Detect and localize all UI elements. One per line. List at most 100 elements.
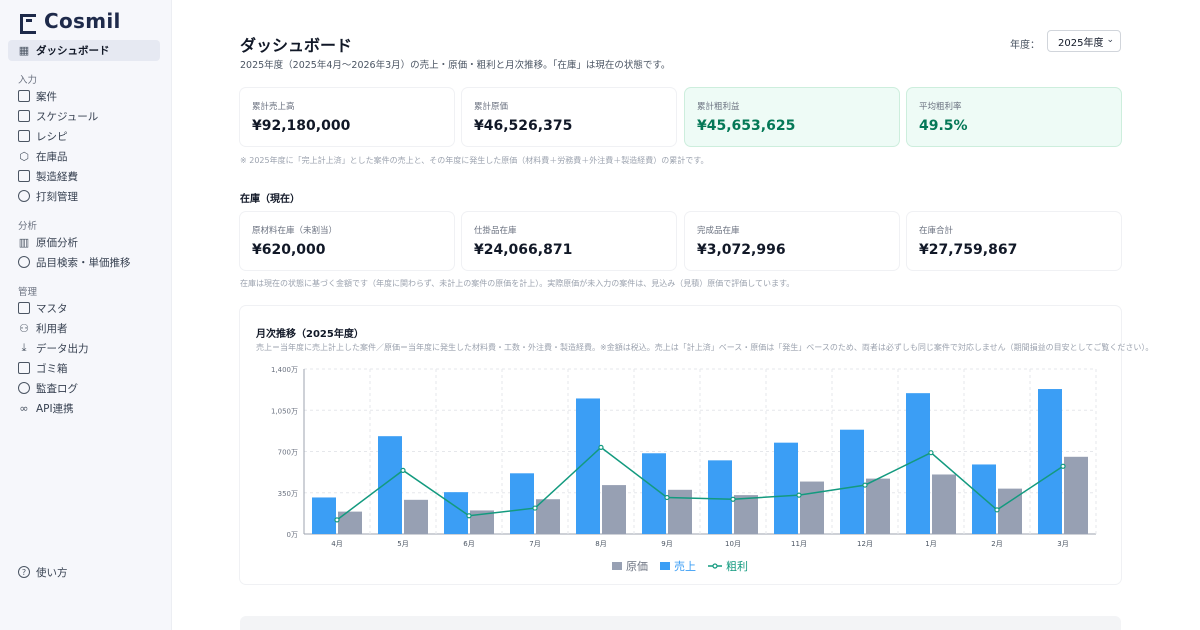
sidebar-item-label: レシピ <box>36 130 68 143</box>
legend-item-profit[interactable]: 粗利 <box>708 558 748 574</box>
x-tick-label: 10月 <box>725 540 741 548</box>
x-tick-label: 5月 <box>397 540 408 548</box>
sidebar-item-label: ダッシュボード <box>36 44 110 57</box>
sidebar-item-label: 製造経費 <box>36 170 78 183</box>
sidebar-item-timecard[interactable]: 打刻管理 <box>18 188 78 204</box>
legend-line-profit-icon <box>708 563 722 569</box>
sidebar-item-projects[interactable]: 案件 <box>18 88 57 104</box>
sidebar-item-recipes[interactable]: レシピ <box>18 128 68 144</box>
sidebar-item-label: 使い方 <box>36 566 68 579</box>
sidebar-item-cost-analysis[interactable]: ▥ 原価分析 <box>18 234 78 250</box>
year-label: 年度： <box>1010 40 1040 51</box>
bar-cost <box>338 511 362 534</box>
sidebar-item-label: データ出力 <box>36 342 89 355</box>
sidebar-section-input: 入力 <box>18 75 38 86</box>
x-tick-label: 2月 <box>991 540 1002 548</box>
legend-item-sales[interactable]: 売上 <box>660 558 696 574</box>
point-profit <box>466 513 472 519</box>
legend-swatch-sales <box>660 562 670 570</box>
x-tick-label: 1月 <box>925 540 936 548</box>
app-name: Cosmil <box>44 9 121 33</box>
y-tick-label: 1,400万 <box>271 366 298 374</box>
x-tick-label: 9月 <box>661 540 672 548</box>
cosmil-logo-icon <box>20 13 36 34</box>
legend-label: 粗利 <box>726 560 748 573</box>
inventory-heading: 在庫（現在） <box>240 194 300 205</box>
x-tick-label: 11月 <box>791 540 807 548</box>
monthly-chart: 0万 350万 700万 1,050万 1,400万 4月 5月 6月 7月 8月 9月 10月 11月… <box>271 366 1097 548</box>
bar-cost <box>800 481 824 534</box>
sidebar-item-export[interactable]: ⤓ データ出力 <box>18 340 89 356</box>
sidebar-section-analysis: 分析 <box>18 221 38 232</box>
inventory-note: 在庫は現在の状態に基づく金額です（年度に関わらず、未計上の案件の原価を計上）。実… <box>240 279 795 288</box>
sidebar-item-label: 打刻管理 <box>36 190 78 203</box>
sidebar-item-item-search[interactable]: 品目検索・単価推移 <box>18 254 131 270</box>
bar-sales <box>840 429 864 534</box>
card-total-profit: 累計粗利益 ¥45,653,625 <box>685 88 899 146</box>
bar-cost <box>932 474 956 534</box>
download-icon: ⤓ <box>21 341 27 354</box>
bar-sales <box>378 436 402 534</box>
x-tick-label: 6月 <box>463 540 474 548</box>
sidebar-item-label: 監査ログ <box>36 382 78 395</box>
sidebar-item-label: 利用者 <box>36 322 68 335</box>
chart-subtitle: 売上＝当年度に売上計上した案件／原価＝当年度に発生した材料費・工数・外注費・製造… <box>256 343 1154 352</box>
x-tick-label: 12月 <box>857 540 873 548</box>
card-inventory-total: 在庫合計 ¥27,759,867 <box>907 212 1121 270</box>
legend-label: 原価 <box>626 560 648 573</box>
sidebar-item-label: ゴミ箱 <box>36 362 68 375</box>
card-raw-materials: 原材料在庫（未割当） ¥620,000 <box>240 212 454 270</box>
card-total-cost: 累計原価 ¥46,526,375 <box>462 88 676 146</box>
sidebar-item-trash[interactable]: ゴミ箱 <box>18 360 68 376</box>
sidebar-item-expenses[interactable]: 製造経費 <box>18 168 78 184</box>
sidebar-item-dashboard[interactable]: ▦ ダッシュボード <box>18 42 110 58</box>
point-profit <box>598 444 604 450</box>
card-value: ¥620,000 <box>252 242 326 258</box>
sidebar-item-label: スケジュール <box>36 110 99 123</box>
x-tick-label: 8月 <box>595 540 606 548</box>
sidebar-item-help[interactable]: ? 使い方 <box>18 564 68 580</box>
sidebar-item-inventory[interactable]: ⬡ 在庫品 <box>18 148 68 164</box>
sidebar-item-users[interactable]: ⚇ 利用者 <box>18 320 68 336</box>
sidebar-item-label: 在庫品 <box>36 150 68 163</box>
sidebar: Cosmil ▦ ダッシュボード 入力 案件 スケジュール レシピ ⬡ 在庫品 … <box>0 0 172 630</box>
link-icon: ∞ <box>19 401 29 415</box>
sidebar-item-label: 原価分析 <box>36 236 78 249</box>
summary-note: ※ 2025年度に「完上計上済」とした案件の売上と、その年度に発生した原価（材料… <box>240 156 709 165</box>
sidebar-item-master[interactable]: マスタ <box>18 300 68 316</box>
calendar-icon <box>18 110 30 122</box>
bar-cost <box>668 489 692 534</box>
sidebar-section-admin: 管理 <box>18 287 38 298</box>
trash-icon <box>18 362 30 374</box>
bar-sales <box>312 497 336 534</box>
card-value: ¥3,072,996 <box>697 242 786 258</box>
sidebar-item-audit-log[interactable]: 監査ログ <box>18 380 78 396</box>
card-finished-goods: 完成品在庫 ¥3,072,996 <box>685 212 899 270</box>
bar-cost <box>734 495 758 534</box>
bar-sales <box>1038 389 1062 534</box>
bar-sales <box>774 442 798 534</box>
year-select-value: 2025年度 <box>1058 37 1104 49</box>
y-tick-label: 0万 <box>287 531 298 539</box>
bar-cost <box>1064 456 1088 534</box>
sidebar-item-schedule[interactable]: スケジュール <box>18 108 98 124</box>
bar-chart-icon: ▥ <box>18 235 30 249</box>
box-icon: ⬡ <box>19 149 29 163</box>
x-tick-label: 7月 <box>529 540 540 548</box>
card-value: ¥45,653,625 <box>697 118 796 134</box>
card-value: ¥46,526,375 <box>474 118 573 134</box>
sidebar-item-api[interactable]: ∞ API連携 <box>18 400 73 416</box>
bar-cost <box>866 478 890 534</box>
point-profit <box>796 492 802 498</box>
app-logo[interactable]: Cosmil <box>20 9 121 34</box>
card-value: ¥24,066,871 <box>474 242 573 258</box>
bar-sales <box>510 473 534 534</box>
legend-item-cost[interactable]: 原価 <box>612 558 648 574</box>
chevron-down-icon: ⌄ <box>1106 35 1114 45</box>
year-select[interactable]: 2025年度 ⌄ <box>1047 30 1121 52</box>
card-label: 平均粗利率 <box>919 102 962 112</box>
grid-icon: ▦ <box>18 43 30 57</box>
card-label: 累計粗利益 <box>697 102 740 112</box>
point-profit <box>928 450 934 456</box>
history-icon <box>18 382 30 394</box>
